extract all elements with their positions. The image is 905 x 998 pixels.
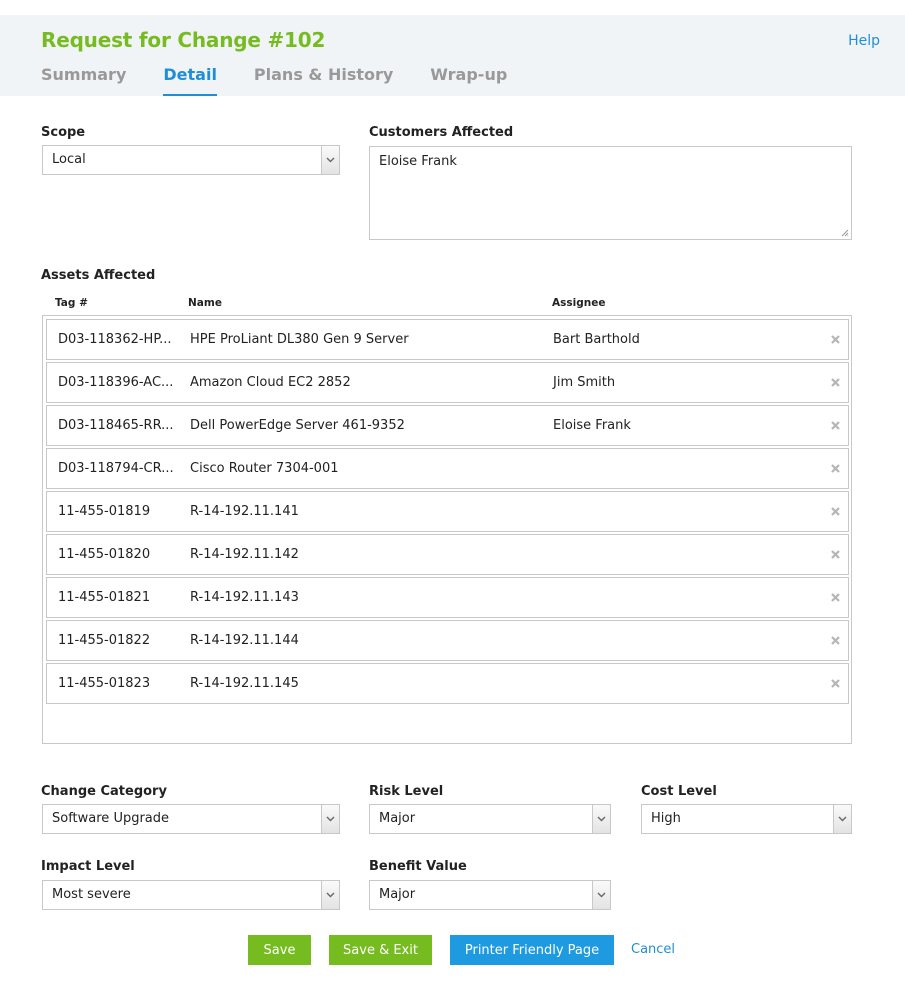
asset-row[interactable]: D03-118794-CR... Cisco Router 7304-001 bbox=[46, 448, 849, 489]
chevron-down-icon bbox=[321, 881, 339, 909]
chevron-down-icon bbox=[321, 805, 339, 833]
change-category-label: Change Category bbox=[41, 784, 167, 799]
asset-assignee: Bart Barthold bbox=[553, 332, 640, 347]
column-header-name: Name bbox=[188, 297, 222, 309]
change-category-value: Software Upgrade bbox=[52, 811, 170, 826]
risk-level-value: Major bbox=[379, 811, 416, 826]
impact-level-value: Most severe bbox=[52, 887, 131, 902]
tab-bar: Summary Detail Plans & History Wrap-up bbox=[41, 65, 544, 96]
asset-name: Dell PowerEdge Server 461-9352 bbox=[190, 418, 405, 433]
risk-level-select[interactable]: Major bbox=[369, 804, 611, 834]
asset-tag: 11-455-01820 bbox=[58, 547, 151, 562]
save-exit-button[interactable]: Save & Exit bbox=[329, 935, 432, 965]
tab-wrap-up[interactable]: Wrap-up bbox=[430, 65, 507, 96]
asset-assignee: Eloise Frank bbox=[553, 418, 631, 433]
remove-icon[interactable] bbox=[830, 635, 841, 646]
asset-name: R-14-192.11.144 bbox=[190, 633, 299, 648]
save-button[interactable]: Save bbox=[248, 935, 311, 965]
tab-plans-history[interactable]: Plans & History bbox=[254, 65, 393, 96]
asset-name: HPE ProLiant DL380 Gen 9 Server bbox=[190, 332, 409, 347]
impact-level-select[interactable]: Most severe bbox=[42, 880, 340, 910]
asset-row[interactable]: D03-118465-RR... Dell PowerEdge Server 4… bbox=[46, 405, 849, 446]
benefit-value-label: Benefit Value bbox=[369, 859, 467, 874]
asset-tag: 11-455-01823 bbox=[58, 676, 151, 691]
assets-list: D03-118362-HP... HPE ProLiant DL380 Gen … bbox=[42, 315, 852, 744]
asset-name: R-14-192.11.141 bbox=[190, 504, 299, 519]
remove-icon[interactable] bbox=[830, 420, 841, 431]
remove-icon[interactable] bbox=[830, 334, 841, 345]
asset-row[interactable]: 11-455-01819 R-14-192.11.141 bbox=[46, 491, 849, 532]
chevron-down-icon bbox=[833, 805, 851, 833]
impact-level-label: Impact Level bbox=[41, 859, 135, 874]
tab-summary[interactable]: Summary bbox=[41, 65, 126, 96]
asset-row[interactable]: D03-118362-HP... HPE ProLiant DL380 Gen … bbox=[46, 319, 849, 360]
printer-friendly-button[interactable]: Printer Friendly Page bbox=[450, 935, 614, 965]
scope-value: Local bbox=[52, 152, 86, 167]
asset-assignee: Jim Smith bbox=[553, 375, 616, 390]
assets-label: Assets Affected bbox=[41, 268, 156, 283]
remove-icon[interactable] bbox=[830, 678, 841, 689]
customers-label: Customers Affected bbox=[369, 125, 514, 140]
asset-tag: D03-118362-HP... bbox=[58, 332, 172, 347]
column-header-tag: Tag # bbox=[55, 297, 88, 309]
remove-icon[interactable] bbox=[830, 463, 841, 474]
chevron-down-icon bbox=[321, 146, 339, 174]
asset-row[interactable]: 11-455-01823 R-14-192.11.145 bbox=[46, 663, 849, 704]
customers-value: Eloise Frank bbox=[379, 154, 457, 169]
benefit-value-select[interactable]: Major bbox=[369, 880, 611, 910]
asset-row[interactable]: 11-455-01820 R-14-192.11.142 bbox=[46, 534, 849, 575]
asset-tag: 11-455-01822 bbox=[58, 633, 151, 648]
asset-tag: 11-455-01821 bbox=[58, 590, 151, 605]
remove-icon[interactable] bbox=[830, 549, 841, 560]
scope-label: Scope bbox=[41, 125, 86, 140]
cancel-link[interactable]: Cancel bbox=[631, 942, 675, 957]
tab-detail[interactable]: Detail bbox=[163, 65, 217, 96]
benefit-value-value: Major bbox=[379, 887, 416, 902]
cost-level-value: High bbox=[651, 811, 681, 826]
asset-name: R-14-192.11.142 bbox=[190, 547, 299, 562]
cost-level-label: Cost Level bbox=[641, 784, 717, 799]
remove-icon[interactable] bbox=[830, 592, 841, 603]
risk-level-label: Risk Level bbox=[369, 784, 444, 799]
asset-tag: 11-455-01819 bbox=[58, 504, 151, 519]
chevron-down-icon bbox=[592, 881, 610, 909]
asset-name: Amazon Cloud EC2 2852 bbox=[190, 375, 351, 390]
asset-tag: D03-118465-RR... bbox=[58, 418, 174, 433]
asset-row[interactable]: 11-455-01822 R-14-192.11.144 bbox=[46, 620, 849, 661]
asset-tag: D03-118794-CR... bbox=[58, 461, 174, 476]
asset-tag: D03-118396-AC... bbox=[58, 375, 174, 390]
column-header-assignee: Assignee bbox=[552, 297, 606, 309]
chevron-down-icon bbox=[592, 805, 610, 833]
remove-icon[interactable] bbox=[830, 377, 841, 388]
page-header: Request for Change #102 Help Summary Det… bbox=[0, 15, 905, 96]
asset-row[interactable]: 11-455-01821 R-14-192.11.143 bbox=[46, 577, 849, 618]
cost-level-select[interactable]: High bbox=[641, 804, 852, 834]
remove-icon[interactable] bbox=[830, 506, 841, 517]
asset-name: R-14-192.11.145 bbox=[190, 676, 299, 691]
customers-textarea[interactable]: Eloise Frank bbox=[369, 146, 852, 240]
asset-name: Cisco Router 7304-001 bbox=[190, 461, 339, 476]
change-category-select[interactable]: Software Upgrade bbox=[42, 804, 340, 834]
page-title: Request for Change #102 bbox=[41, 28, 326, 52]
resize-handle-icon[interactable] bbox=[841, 229, 849, 237]
asset-name: R-14-192.11.143 bbox=[190, 590, 299, 605]
scope-select[interactable]: Local bbox=[42, 145, 340, 175]
asset-row[interactable]: D03-118396-AC... Amazon Cloud EC2 2852 J… bbox=[46, 362, 849, 403]
help-link[interactable]: Help bbox=[848, 33, 880, 49]
